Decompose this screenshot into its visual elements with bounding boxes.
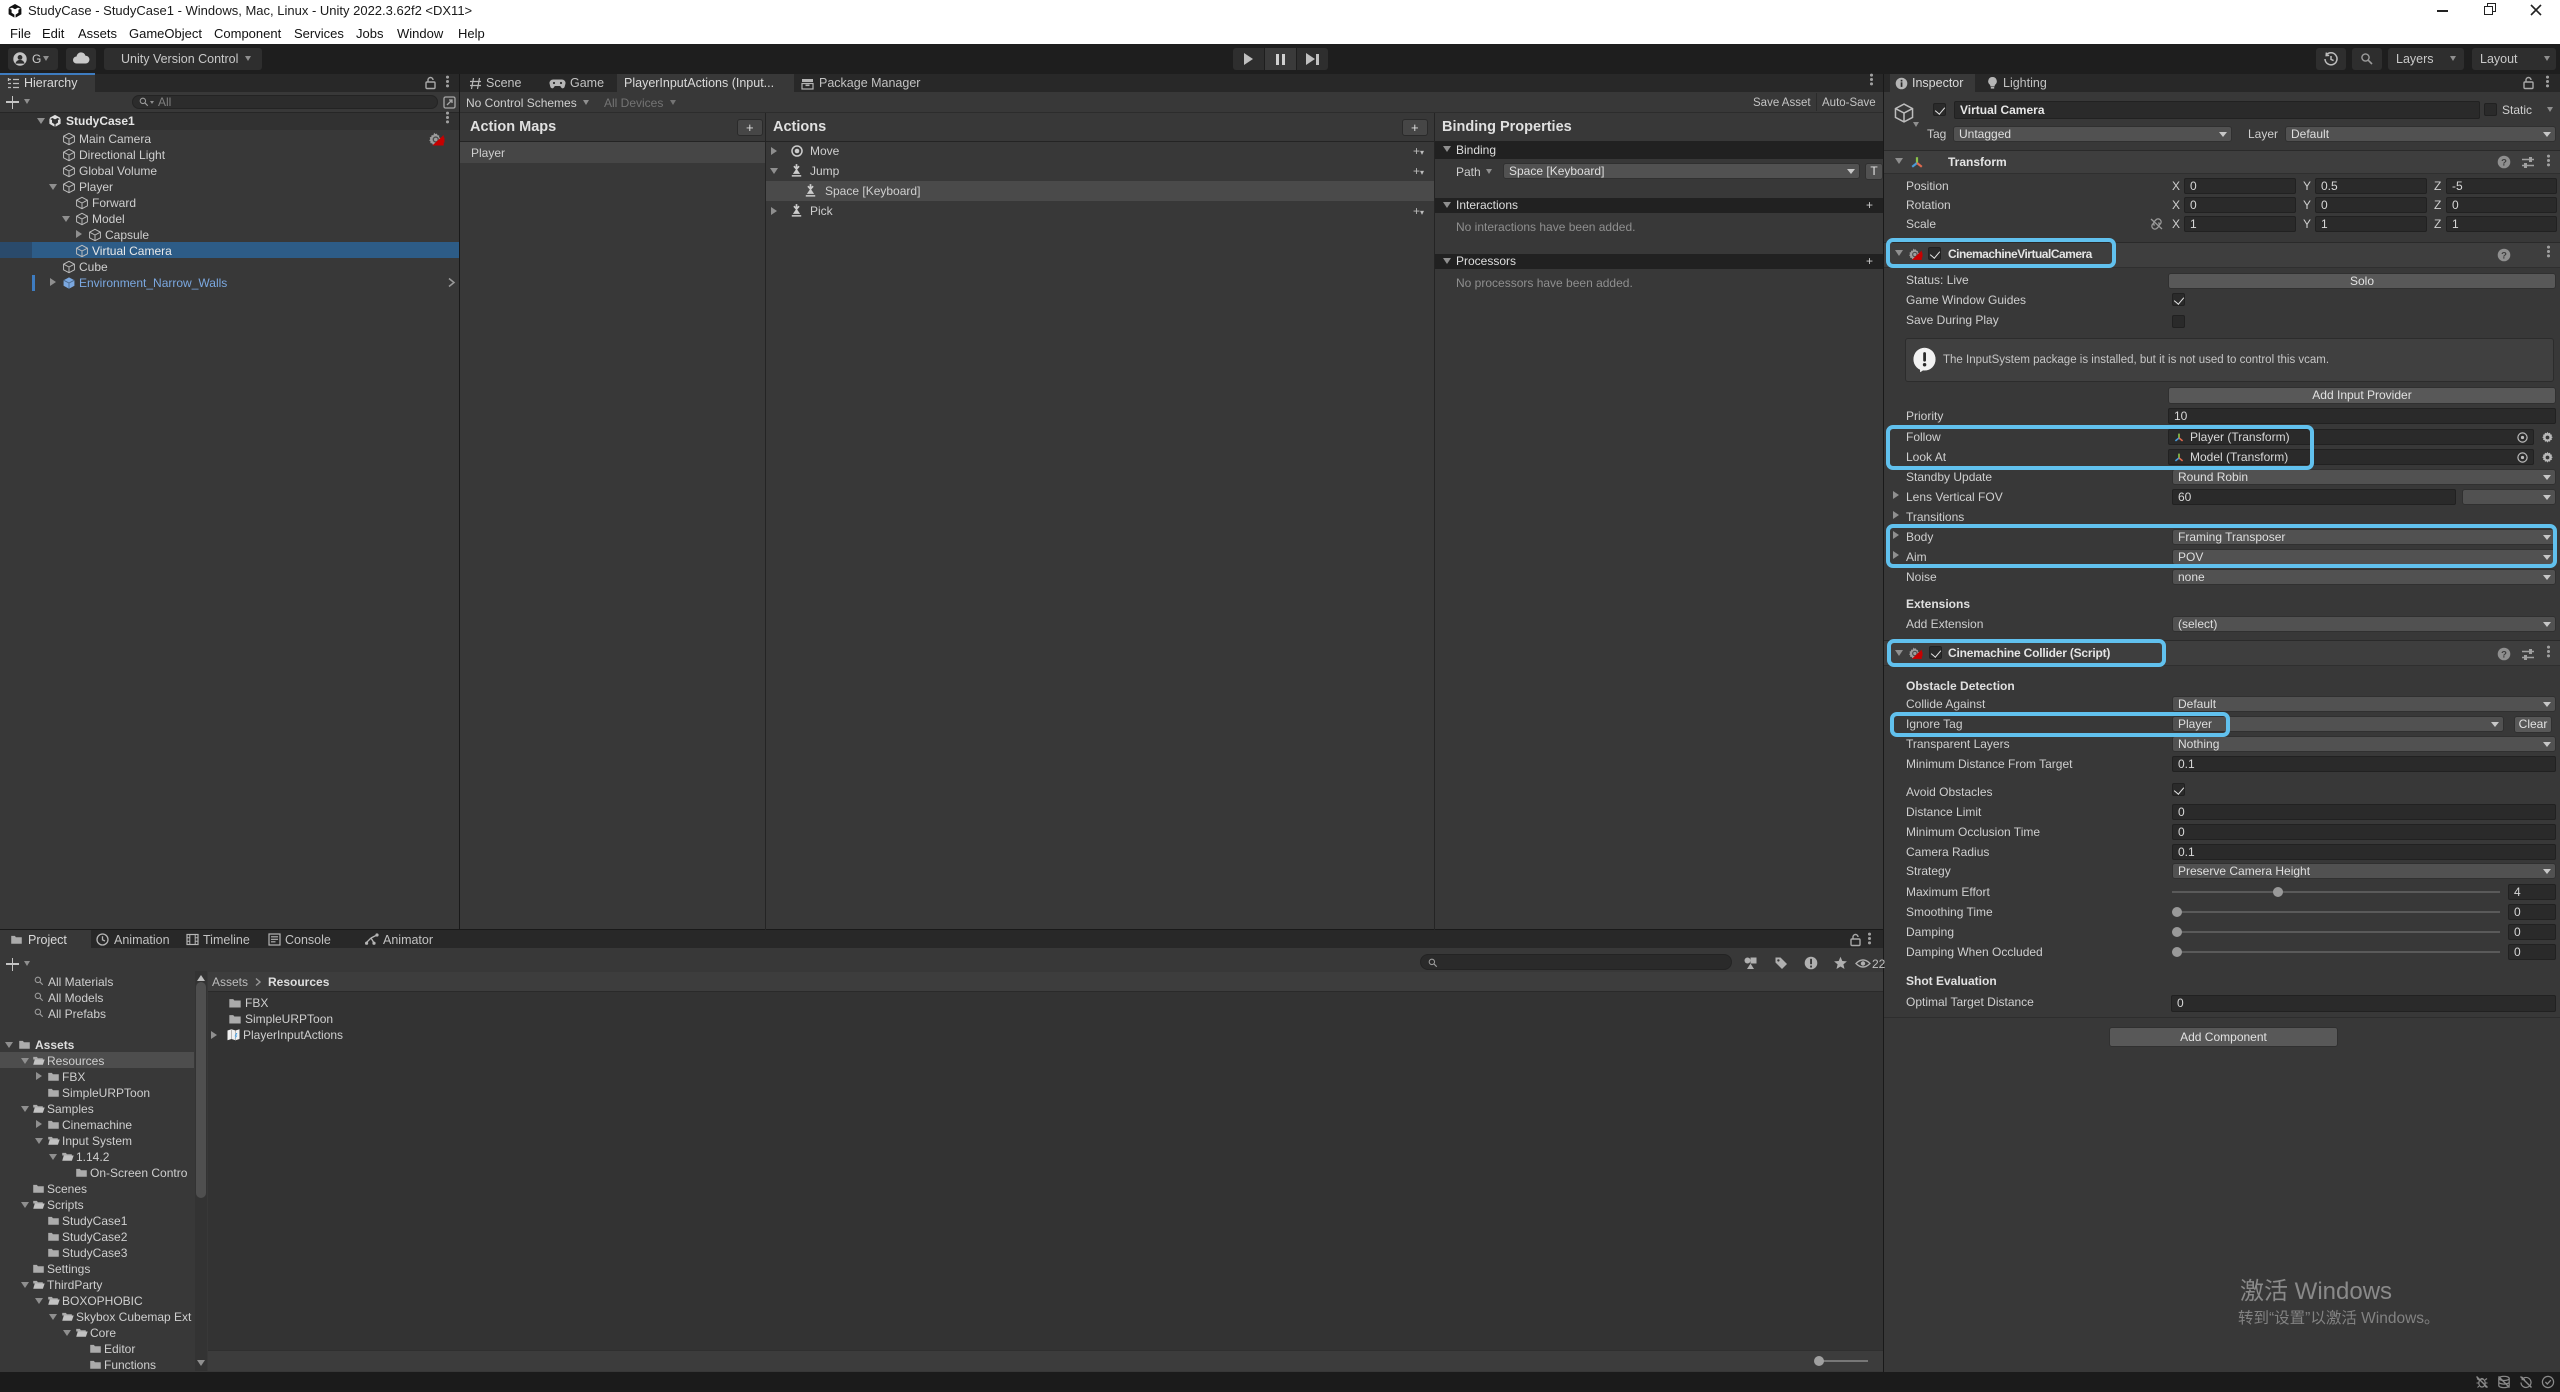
svg-text:?: ? [2501,157,2507,168]
svg-text:?: ? [2501,250,2507,261]
svg-text:?: ? [2501,649,2507,660]
